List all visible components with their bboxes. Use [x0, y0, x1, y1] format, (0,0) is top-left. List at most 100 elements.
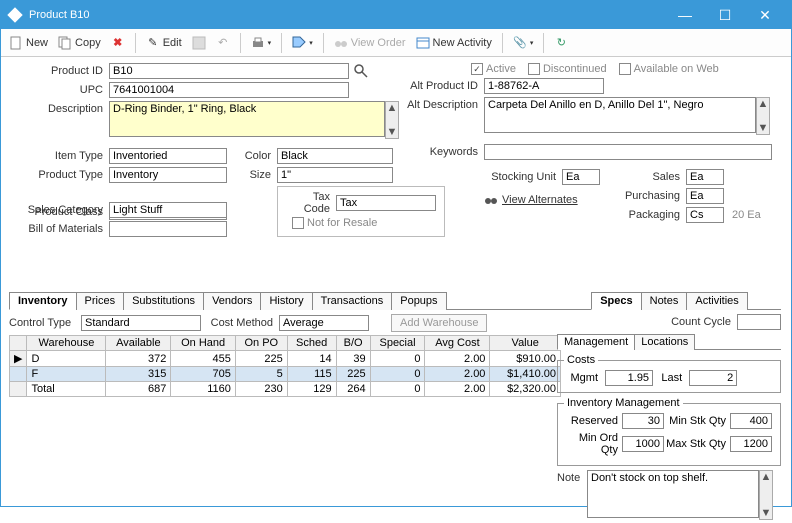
- right-tabs: SpecsNotesActivities: [557, 291, 781, 310]
- close-button[interactable]: ✕: [745, 1, 785, 29]
- product-id-label: Product ID: [9, 65, 109, 77]
- packaging-qty: 20 Ea: [732, 209, 761, 221]
- control-type-input[interactable]: [81, 315, 201, 331]
- tag-button[interactable]: ▾: [288, 34, 317, 52]
- count-cycle-label: Count Cycle: [671, 316, 737, 328]
- undo-button[interactable]: ↶: [212, 34, 234, 52]
- description-input[interactable]: D-Ring Binder, 1" Ring, Black: [109, 101, 385, 137]
- binoculars-icon: [334, 36, 348, 50]
- print-icon: [251, 36, 265, 50]
- content-area: Product ID UPC Description D-Ring Binder…: [1, 57, 791, 506]
- undo-icon: ↶: [216, 36, 230, 50]
- altdesc-scroll[interactable]: ▲▼: [756, 97, 770, 135]
- keywords-label: Keywords: [396, 146, 484, 158]
- save-button[interactable]: [188, 34, 210, 52]
- purchasing-unit-input: [686, 188, 724, 204]
- new-activity-button[interactable]: New Activity: [412, 34, 496, 52]
- sales-category-input[interactable]: [109, 202, 227, 218]
- count-cycle-input[interactable]: [737, 314, 781, 330]
- max-stk-label: Max Stk Qty: [664, 438, 730, 450]
- item-type-label: Item Type: [9, 150, 109, 162]
- print-button[interactable]: ▾: [247, 34, 276, 52]
- sales-unit-label: Sales: [624, 171, 686, 183]
- tab-popups[interactable]: Popups: [391, 292, 446, 310]
- copy-button[interactable]: Copy: [54, 34, 105, 52]
- alt-product-id-input[interactable]: [484, 78, 604, 94]
- activity-icon: [416, 36, 430, 50]
- note-label: Note: [557, 470, 587, 484]
- toolbar: New Copy ✖ ✎Edit ↶ ▾ ▾ View Order New Ac…: [1, 29, 791, 57]
- tab-transactions[interactable]: Transactions: [312, 292, 393, 310]
- sales-category-label: Sales Category: [9, 204, 109, 216]
- reserved-input[interactable]: [622, 413, 664, 429]
- add-warehouse-button[interactable]: Add Warehouse: [391, 314, 487, 332]
- cost-method-label: Cost Method: [201, 317, 279, 329]
- stocking-unit-label: Stocking Unit: [484, 171, 562, 183]
- cost-method-input[interactable]: [279, 315, 369, 331]
- color-input[interactable]: [277, 148, 393, 164]
- not-for-resale-checkbox[interactable]: Not for Resale: [292, 217, 377, 229]
- available-on-web-checkbox[interactable]: Available on Web: [619, 63, 719, 75]
- refresh-icon: ↻: [554, 36, 568, 50]
- edit-button[interactable]: ✎Edit: [142, 34, 186, 52]
- tab-prices[interactable]: Prices: [76, 292, 125, 310]
- tab-substitutions[interactable]: Substitutions: [123, 292, 204, 310]
- upc-input[interactable]: [109, 82, 349, 98]
- purchasing-unit-label: Purchasing: [624, 190, 686, 202]
- size-label: Size: [227, 169, 277, 181]
- view-order-button[interactable]: View Order: [330, 34, 410, 52]
- new-button[interactable]: New: [5, 34, 52, 52]
- locations-tab[interactable]: Locations: [634, 334, 695, 350]
- main-tabs: InventoryPricesSubstitutionsVendorsHisto…: [9, 291, 564, 310]
- min-ord-input[interactable]: [622, 436, 664, 452]
- keywords-input[interactable]: [484, 144, 772, 160]
- new-icon: [9, 36, 23, 50]
- view-alternates-link[interactable]: View Alternates: [502, 194, 578, 206]
- tab-vendors[interactable]: Vendors: [203, 292, 261, 310]
- upc-label: UPC: [9, 84, 109, 96]
- binoculars-icon: [484, 193, 498, 207]
- tab-activities[interactable]: Activities: [686, 292, 747, 310]
- alt-description-input[interactable]: Carpeta Del Anillo en D, Anillo Del 1", …: [484, 97, 756, 133]
- tab-notes[interactable]: Notes: [641, 292, 688, 310]
- minimize-button[interactable]: —: [665, 1, 705, 29]
- attachment-button[interactable]: 📎▾: [509, 34, 538, 52]
- note-scroll[interactable]: ▲▼: [759, 470, 773, 520]
- discontinued-checkbox[interactable]: Discontinued: [528, 63, 607, 75]
- copy-icon: [58, 36, 72, 50]
- alt-product-id-label: Alt Product ID: [396, 80, 484, 92]
- search-icon[interactable]: [353, 63, 369, 79]
- min-stk-input[interactable]: [730, 413, 772, 429]
- tab-history[interactable]: History: [260, 292, 312, 310]
- delete-button[interactable]: ✖: [107, 34, 129, 52]
- inventory-grid[interactable]: WarehouseAvailableOn HandOn POSchedB/OSp…: [9, 335, 561, 397]
- stocking-unit-input[interactable]: [562, 169, 600, 185]
- max-stk-input[interactable]: [730, 436, 772, 452]
- window-title: Product B10: [29, 9, 665, 21]
- packaging-unit-label: Packaging: [624, 209, 686, 221]
- bom-input[interactable]: [109, 221, 227, 237]
- note-input[interactable]: Don't stock on top shelf.: [587, 470, 759, 518]
- item-type-input[interactable]: [109, 148, 227, 164]
- save-icon: [192, 36, 206, 50]
- active-checkbox[interactable]: ✓Active: [471, 63, 516, 75]
- description-label: Description: [9, 101, 109, 115]
- sales-unit-input: [686, 169, 724, 185]
- maximize-button[interactable]: ☐: [705, 1, 745, 29]
- tab-specs[interactable]: Specs: [591, 292, 641, 310]
- last-input[interactable]: [689, 370, 737, 386]
- mgmt-input[interactable]: [605, 370, 653, 386]
- min-stk-label: Min Stk Qty: [664, 415, 730, 427]
- costs-fieldset: Costs Mgmt Last: [557, 354, 781, 393]
- tab-inventory[interactable]: Inventory: [9, 292, 77, 310]
- titlebar: Product B10 — ☐ ✕: [1, 1, 791, 29]
- product-id-input[interactable]: [109, 63, 349, 79]
- size-input[interactable]: [277, 167, 393, 183]
- last-label: Last: [656, 372, 686, 384]
- product-type-input[interactable]: [109, 167, 227, 183]
- refresh-button[interactable]: ↻: [550, 34, 572, 52]
- management-tab[interactable]: Management: [557, 334, 635, 350]
- inventory-mgmt-fieldset: Inventory Management Reserved Min Stk Qt…: [557, 397, 781, 466]
- reserved-label: Reserved: [564, 415, 622, 427]
- bom-label: Bill of Materials: [9, 223, 109, 235]
